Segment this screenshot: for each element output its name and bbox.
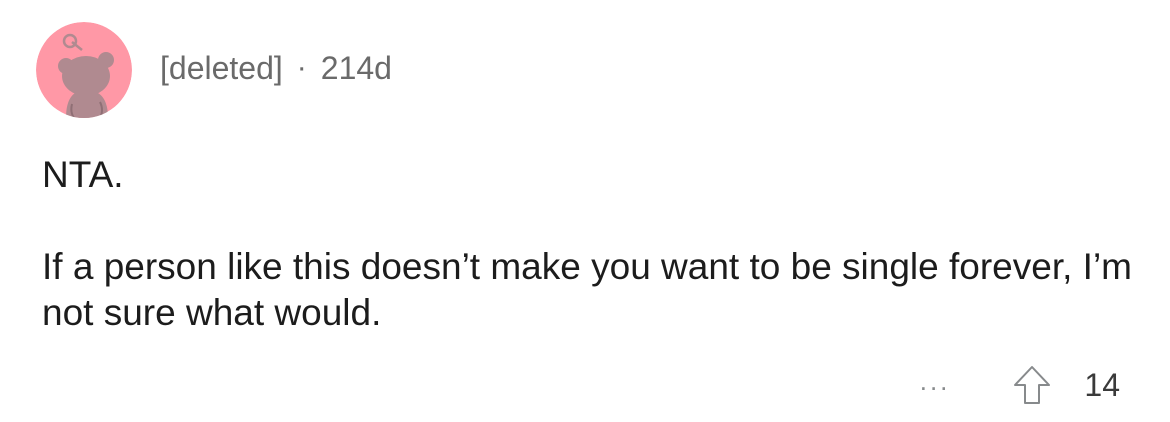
meta-separator: · <box>296 51 307 84</box>
vote-score: 14 <box>1084 366 1120 403</box>
snoo-avatar-icon <box>36 22 132 118</box>
comment-actions: ... 14 <box>920 360 1120 410</box>
comment-body: NTA. If a person like this doesn’t make … <box>42 152 1132 336</box>
comment-paragraph: NTA. <box>42 154 124 195</box>
upvote-button[interactable] <box>1010 363 1054 407</box>
comment-age: 214d <box>320 49 392 86</box>
comment-meta: [deleted] · 214d <box>160 50 392 87</box>
upvote-arrow-icon <box>1014 366 1051 404</box>
comment-paragraph: If a person like this doesn’t make you w… <box>42 246 1133 333</box>
more-options-button[interactable]: ... <box>920 368 951 394</box>
username[interactable]: [deleted] <box>160 50 283 87</box>
avatar[interactable] <box>36 22 132 118</box>
comment-card: [deleted] · 214d NTA. If a person like t… <box>0 0 1170 422</box>
comment-header: [deleted] · 214d <box>36 22 392 118</box>
